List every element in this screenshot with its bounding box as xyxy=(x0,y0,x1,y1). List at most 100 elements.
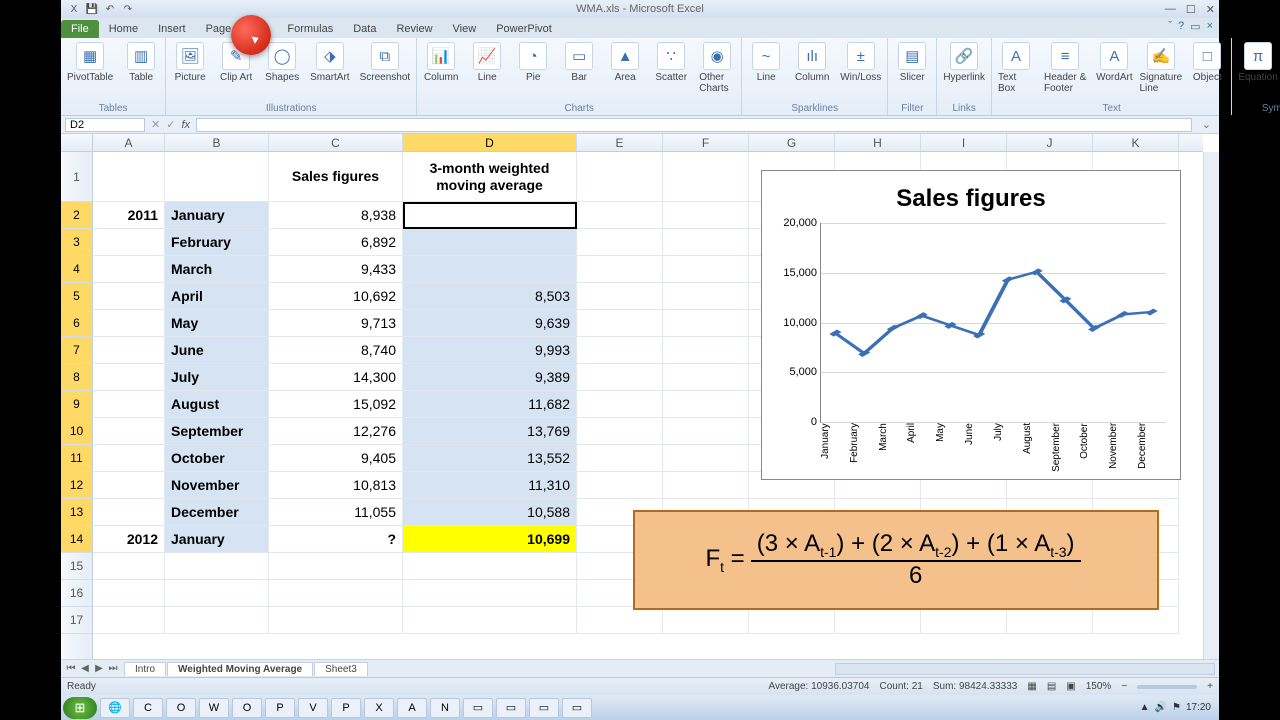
ribbon-othercharts-button[interactable]: ◉Other Charts xyxy=(699,42,735,94)
row-header-8[interactable]: 8 xyxy=(61,364,92,391)
sheet-tab[interactable]: Weighted Moving Average xyxy=(167,662,313,676)
taskbar-app[interactable]: 🌐 xyxy=(100,698,130,718)
zoom-out-icon[interactable]: − xyxy=(1121,681,1127,692)
horizontal-scrollbar[interactable] xyxy=(835,663,1215,675)
cell-D15[interactable] xyxy=(403,553,577,580)
cell-A16[interactable] xyxy=(93,580,165,607)
cell-F6[interactable] xyxy=(663,310,749,337)
cell-F5[interactable] xyxy=(663,283,749,310)
taskbar-app[interactable]: O xyxy=(166,698,196,718)
cell-G17[interactable] xyxy=(749,607,835,634)
cell-F11[interactable] xyxy=(663,445,749,472)
ribbon-headerfooter-button[interactable]: ≡Header & Footer xyxy=(1044,42,1086,94)
undo-icon[interactable]: ↶ xyxy=(103,2,117,16)
col-header-D[interactable]: D xyxy=(403,134,577,151)
sheet-tab[interactable]: Intro xyxy=(124,662,166,676)
row-headers[interactable]: 1234567891011121314151617 xyxy=(61,152,93,659)
ribbon-tab-insert[interactable]: Insert xyxy=(148,20,196,38)
ribbon-pie-button[interactable]: ◔Pie xyxy=(515,42,551,83)
cell-F12[interactable] xyxy=(663,472,749,499)
taskbar-app[interactable]: V xyxy=(298,698,328,718)
cell-J17[interactable] xyxy=(1007,607,1093,634)
taskbar-app[interactable]: ▭ xyxy=(496,698,526,718)
cell-F17[interactable] xyxy=(663,607,749,634)
cell-B5[interactable]: April xyxy=(165,283,269,310)
formula-bar[interactable] xyxy=(196,118,1192,132)
cell-D5[interactable]: 8,503 xyxy=(403,283,577,310)
col-header-F[interactable]: F xyxy=(663,134,749,151)
cell-D4[interactable] xyxy=(403,256,577,283)
cell-B10[interactable]: September xyxy=(165,418,269,445)
ribbon-wordart-button[interactable]: AWordArt xyxy=(1096,42,1132,83)
row-header-10[interactable]: 10 xyxy=(61,418,92,445)
zoom-in-icon[interactable]: + xyxy=(1207,681,1213,692)
cell-A4[interactable] xyxy=(93,256,165,283)
cell-E17[interactable] xyxy=(577,607,663,634)
cell-D17[interactable] xyxy=(403,607,577,634)
name-box[interactable]: D2 xyxy=(65,118,145,132)
cell-A11[interactable] xyxy=(93,445,165,472)
cell-A13[interactable] xyxy=(93,499,165,526)
row-header-16[interactable]: 16 xyxy=(61,580,92,607)
next-sheet-icon[interactable]: ▶ xyxy=(93,663,105,674)
cell-E3[interactable] xyxy=(577,229,663,256)
taskbar-app[interactable]: A xyxy=(397,698,427,718)
cell-D13[interactable]: 10,588 xyxy=(403,499,577,526)
row-header-13[interactable]: 13 xyxy=(61,499,92,526)
cell-D1[interactable]: 3-month weighted moving average xyxy=(403,152,577,202)
ribbon-pivottable-button[interactable]: ▦PivotTable xyxy=(67,42,113,83)
ribbon-textbox-button[interactable]: AText Box xyxy=(998,42,1034,94)
cell-A10[interactable] xyxy=(93,418,165,445)
cell-B12[interactable]: November xyxy=(165,472,269,499)
cell-A15[interactable] xyxy=(93,553,165,580)
fx-icon[interactable]: fx xyxy=(181,119,190,131)
view-layout-icon[interactable]: ▤ xyxy=(1047,681,1056,692)
cell-B8[interactable]: July xyxy=(165,364,269,391)
cell-A2[interactable]: 2011 xyxy=(93,202,165,229)
row-header-9[interactable]: 9 xyxy=(61,391,92,418)
cell-D7[interactable]: 9,993 xyxy=(403,337,577,364)
row-header-4[interactable]: 4 xyxy=(61,256,92,283)
system-tray[interactable]: ▲ 🔊 ⚑ 17:20 xyxy=(1140,702,1217,713)
col-header-K[interactable]: K xyxy=(1093,134,1179,151)
cell-B6[interactable]: May xyxy=(165,310,269,337)
cell-C15[interactable] xyxy=(269,553,403,580)
cell-C12[interactable]: 10,813 xyxy=(269,472,403,499)
column-headers[interactable]: ABCDEFGHIJK xyxy=(93,134,1203,152)
first-sheet-icon[interactable]: ⏮ xyxy=(65,663,77,674)
taskbar-app[interactable]: W xyxy=(199,698,229,718)
row-header-15[interactable]: 15 xyxy=(61,553,92,580)
cell-I17[interactable] xyxy=(921,607,1007,634)
cell-F8[interactable] xyxy=(663,364,749,391)
ribbon-tab-data[interactable]: Data xyxy=(343,20,386,38)
cell-E7[interactable] xyxy=(577,337,663,364)
taskbar-app[interactable]: ▭ xyxy=(529,698,559,718)
cell-E10[interactable] xyxy=(577,418,663,445)
ribbon-signatureline-button[interactable]: ✍Signature Line xyxy=(1142,42,1179,94)
cell-C11[interactable]: 9,405 xyxy=(269,445,403,472)
minimize-ribbon-icon[interactable]: ˇ xyxy=(1168,20,1172,33)
cell-A7[interactable] xyxy=(93,337,165,364)
row-header-12[interactable]: 12 xyxy=(61,472,92,499)
cell-F7[interactable] xyxy=(663,337,749,364)
col-header-G[interactable]: G xyxy=(749,134,835,151)
zoom-slider[interactable] xyxy=(1137,685,1197,689)
row-header-2[interactable]: 2 xyxy=(61,202,92,229)
ribbon-line-button[interactable]: ~Line xyxy=(748,42,784,83)
clock[interactable]: 17:20 xyxy=(1186,702,1211,713)
cell-D12[interactable]: 11,310 xyxy=(403,472,577,499)
cell-C8[interactable]: 14,300 xyxy=(269,364,403,391)
zoom-level[interactable]: 150% xyxy=(1086,681,1112,692)
cell-B7[interactable]: June xyxy=(165,337,269,364)
col-header-A[interactable]: A xyxy=(93,134,165,151)
cell-E4[interactable] xyxy=(577,256,663,283)
ribbon-winloss-button[interactable]: ±Win/Loss xyxy=(840,42,881,83)
ribbon-tab-formulas[interactable]: Formulas xyxy=(277,20,343,38)
cell-B4[interactable]: March xyxy=(165,256,269,283)
cell-D8[interactable]: 9,389 xyxy=(403,364,577,391)
ribbon-shapes-button[interactable]: ◯Shapes xyxy=(264,42,300,83)
cell-B14[interactable]: January xyxy=(165,526,269,553)
cell-D11[interactable]: 13,552 xyxy=(403,445,577,472)
cell-E11[interactable] xyxy=(577,445,663,472)
ribbon-screenshot-button[interactable]: ⧉Screenshot xyxy=(360,42,411,83)
